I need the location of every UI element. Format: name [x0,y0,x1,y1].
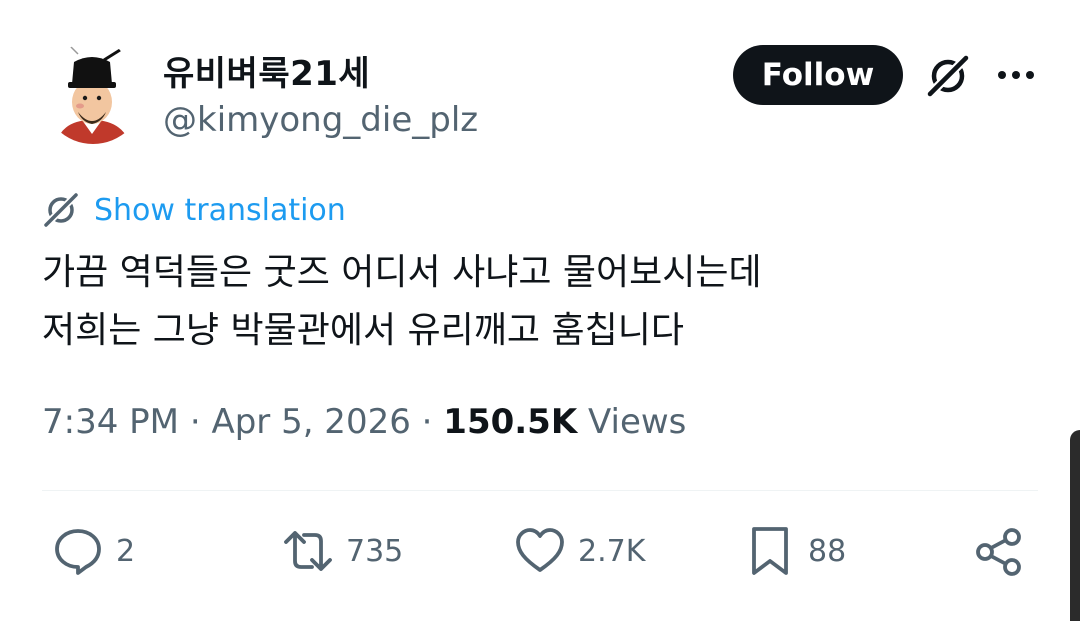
repost-button[interactable]: 735 [282,522,403,580]
like-count: 2.7K [578,533,646,569]
tweet-text: 가끔 역덕들은 굿즈 어디서 사냐고 물어보시는데 저희는 그냥 박물관에서 유… [42,244,1032,360]
bookmark-count: 88 [808,533,847,569]
tweet-text-line: 저희는 그냥 박물관에서 유리깨고 훔칩니다 [42,310,684,351]
reply-count: 2 [116,533,136,569]
heart-icon [516,528,564,572]
meta-separator: · [189,402,201,442]
scroll-edge [1070,430,1080,621]
follow-button[interactable]: Follow [733,45,903,105]
display-name[interactable]: 유비벼룩21세 [163,46,370,95]
show-translation-link[interactable]: Show translation [94,193,346,228]
bookmark-icon [752,527,788,575]
avatar-cartoon-scholar [42,42,144,144]
repost-icon [284,531,332,571]
views-count[interactable]: 150.5K [443,402,577,442]
avatar[interactable] [42,42,144,144]
grok-icon[interactable] [924,52,972,100]
grok-translate-icon [42,191,80,229]
bookmark-button[interactable]: 88 [744,522,846,580]
views-label: Views [588,402,687,442]
tweet-meta: 7:34 PM · Apr 5, 2026 · 150.5K Views [42,402,686,442]
tweet-date[interactable]: Apr 5, 2026 [211,402,410,442]
repost-count: 735 [346,533,404,569]
share-icon[interactable] [972,525,1026,579]
user-handle[interactable]: @kimyong_die_plz [163,100,478,140]
like-button[interactable]: 2.7K [514,522,645,580]
meta-separator: · [421,402,433,442]
tweet-text-line: 가끔 역덕들은 굿즈 어디서 사냐고 물어보시는데 [42,252,762,293]
reply-button[interactable]: 2 [52,522,135,580]
more-icon[interactable] [994,60,1038,90]
reply-icon [55,529,101,575]
tweet-time[interactable]: 7:34 PM [42,402,179,442]
divider [42,490,1038,491]
translation-row[interactable]: Show translation [42,190,346,230]
